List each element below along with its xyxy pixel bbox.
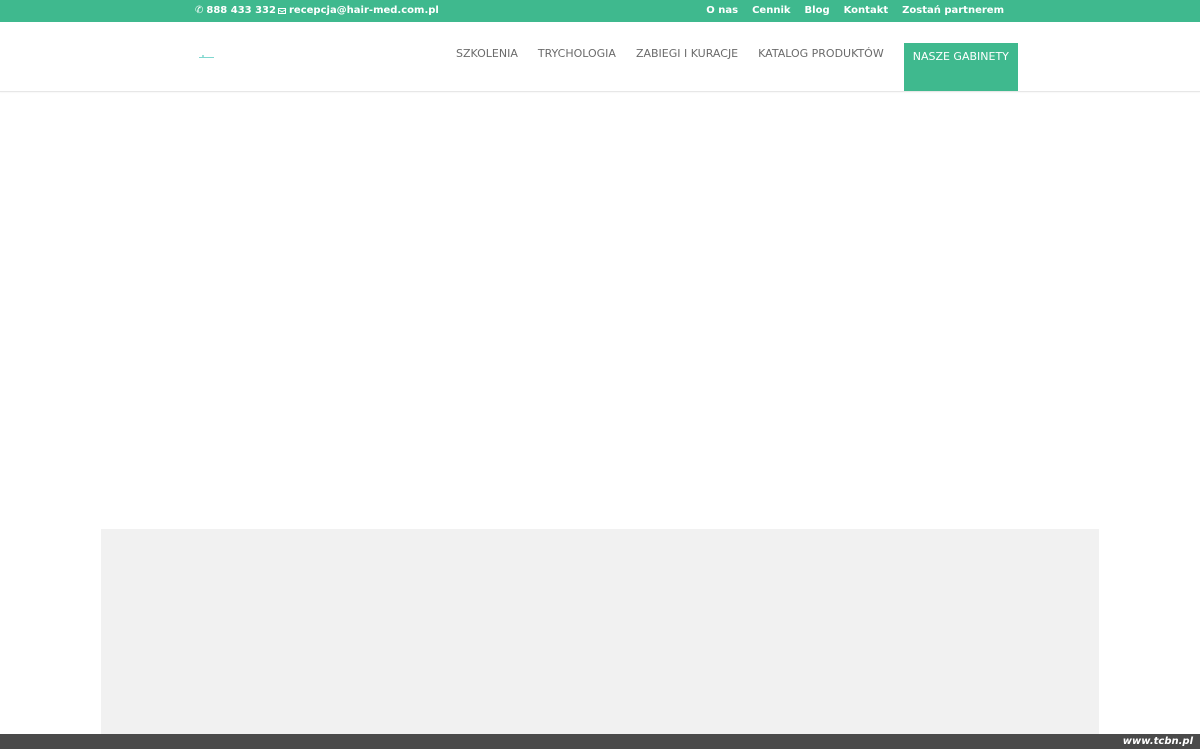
top-link-zostan-partnerem[interactable]: Zostań partnerem: [902, 5, 1004, 17]
envelope-icon: [278, 8, 286, 14]
nav-szkolenia[interactable]: SZKOLENIA: [456, 43, 518, 91]
top-contact-bar: ✆ 888 433 332 recepcja@hair-med.com.pl O…: [0, 0, 1200, 22]
nav-trychologia[interactable]: TRYCHOLOGIA: [538, 43, 616, 91]
site-logo[interactable]: [199, 55, 214, 61]
site-header: SZKOLENIA TRYCHOLOGIA ZABIEGI I KURACJE …: [0, 22, 1200, 92]
main-navigation: SZKOLENIA TRYCHOLOGIA ZABIEGI I KURACJE …: [456, 43, 1018, 91]
nav-zabiegi-i-kuracje[interactable]: ZABIEGI I KURACJE: [636, 43, 738, 91]
top-links: O nas Cennik Blog Kontakt Zostań partner…: [706, 5, 1004, 17]
phone-number[interactable]: 888 433 332: [206, 5, 276, 17]
email-contact[interactable]: recepcja@hair-med.com.pl: [278, 5, 439, 17]
top-link-kontakt[interactable]: Kontakt: [844, 5, 889, 17]
nav-nasze-gabinety-button[interactable]: NASZE GABINETY: [903, 43, 1018, 91]
content-panel: [101, 529, 1099, 749]
watermark-text: www.tcbn.pl: [1122, 736, 1193, 747]
email-address[interactable]: recepcja@hair-med.com.pl: [289, 5, 439, 17]
top-link-o-nas[interactable]: O nas: [706, 5, 738, 17]
nav-katalog-produktow[interactable]: KATALOG PRODUKTÓW: [758, 43, 884, 91]
mail-icon-shape: [278, 8, 286, 14]
top-link-cennik[interactable]: Cennik: [752, 5, 790, 17]
phone-contact[interactable]: ✆ 888 433 332: [195, 5, 276, 17]
phone-icon: ✆: [195, 4, 204, 16]
top-link-blog[interactable]: Blog: [805, 5, 830, 17]
footer-bar: www.tcbn.pl: [0, 734, 1200, 749]
